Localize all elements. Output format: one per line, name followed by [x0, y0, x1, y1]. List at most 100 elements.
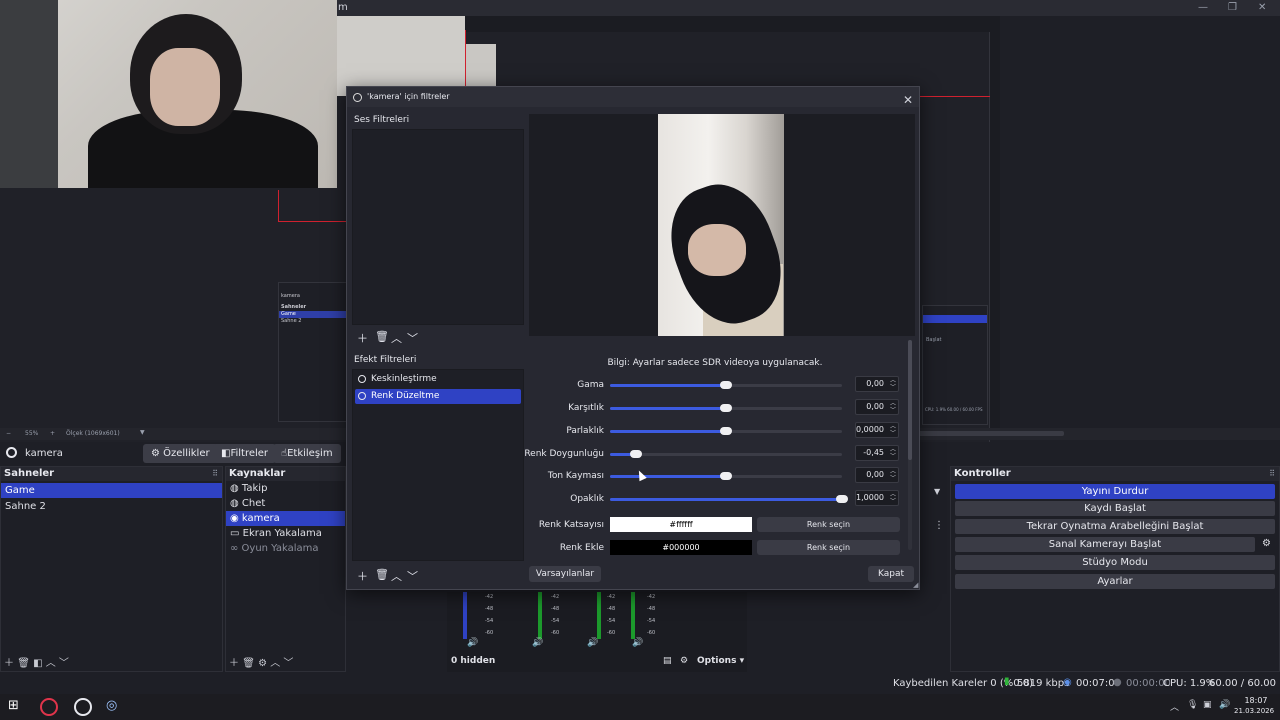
scrollbar-thumb[interactable]: [908, 340, 912, 460]
virtual-camera-button[interactable]: Sanal Kamerayı Başlat: [955, 537, 1255, 552]
slider-handle[interactable]: [720, 381, 732, 389]
meter-tick: -60: [485, 630, 494, 636]
add-icon[interactable]: ＋: [357, 330, 368, 346]
layout-icon[interactable]: ▤: [663, 656, 672, 666]
close-icon[interactable]: ✕: [903, 90, 913, 110]
speaker-icon[interactable]: 🔊: [467, 638, 478, 648]
move-down-icon[interactable]: ﹀: [59, 658, 69, 669]
eye-icon[interactable]: [358, 375, 366, 383]
pick-color-button[interactable]: Renk seçin: [757, 540, 900, 555]
stop-stream-button[interactable]: Yayını Durdur: [955, 484, 1275, 499]
speaker-icon[interactable]: 🔊: [587, 638, 598, 648]
filter-icon[interactable]: ◧: [33, 658, 42, 669]
spin-arrows-icon[interactable]: ︿ ﹀: [890, 400, 896, 414]
speaker-icon[interactable]: 🔊: [632, 638, 643, 648]
chevron-up-icon[interactable]: ︿: [1170, 700, 1179, 713]
filter-item-color-correction[interactable]: Renk Düzeltme: [355, 389, 521, 404]
spin-arrows-icon[interactable]: ︿ ﹀: [890, 423, 896, 437]
zoom-in-button[interactable]: +: [50, 430, 55, 437]
zoom-out-button[interactable]: −: [6, 430, 11, 437]
property-slider[interactable]: [610, 495, 848, 503]
windows-start-icon[interactable]: ⊞: [8, 698, 26, 716]
trash-icon[interactable]: 🗑: [17, 658, 30, 669]
scene-item[interactable]: Sahne 2: [1, 499, 222, 514]
spin-arrows-icon[interactable]: ︿ ﹀: [890, 377, 896, 391]
mic-icon[interactable]: 🎙: [1187, 700, 1198, 710]
obs-icon[interactable]: [74, 698, 92, 716]
preview-hscroll[interactable]: [900, 431, 1064, 436]
spin-arrows-icon[interactable]: ︿ ﹀: [890, 446, 896, 460]
source-item-kamera[interactable]: ◉ kamera: [226, 511, 345, 526]
spin-arrows-icon[interactable]: ︿ ﹀: [890, 468, 896, 482]
property-spinbox[interactable]: 0,00 ︿ ﹀: [855, 399, 899, 415]
spinbox-value: 0,00: [866, 470, 884, 479]
start-recording-button[interactable]: Kaydı Başlat: [955, 501, 1275, 516]
filters-button[interactable]: ◧Filtreler: [213, 444, 277, 463]
volume-icon[interactable]: 🔊: [1219, 700, 1230, 710]
add-icon[interactable]: ＋: [357, 568, 368, 584]
move-up-icon[interactable]: ︿: [46, 658, 56, 669]
more-icon[interactable]: ⋮: [934, 520, 944, 531]
steam-icon[interactable]: ◎: [106, 698, 124, 716]
defaults-button[interactable]: Varsayılanlar: [529, 566, 601, 582]
trash-icon[interactable]: 🗑: [375, 568, 389, 581]
add-icon[interactable]: ＋: [229, 658, 239, 669]
speaker-icon[interactable]: 🔊: [532, 638, 543, 648]
opera-icon[interactable]: [40, 698, 58, 716]
add-icon[interactable]: ＋: [4, 658, 14, 669]
interact-button[interactable]: ☝Etkileşim: [273, 444, 341, 463]
close-button[interactable]: Kapat: [868, 566, 914, 582]
source-item-takip[interactable]: ◍ Takip: [226, 481, 345, 496]
property-slider[interactable]: [610, 450, 842, 458]
slider-handle[interactable]: [720, 472, 732, 480]
eye-icon[interactable]: [358, 392, 366, 400]
replay-buffer-button[interactable]: Tekrar Oynatma Arabelleğini Başlat: [955, 519, 1275, 534]
move-up-icon[interactable]: ︿: [391, 568, 402, 584]
move-down-icon[interactable]: ﹀: [283, 658, 293, 669]
gear-icon[interactable]: ⚙: [258, 658, 267, 669]
properties-scrollbar[interactable]: [908, 340, 912, 550]
source-item-ekran[interactable]: ▭ Ekran Yakalama: [226, 526, 345, 541]
properties-button[interactable]: ⚙ Özellikler: [143, 444, 218, 463]
property-slider[interactable]: [610, 381, 842, 389]
minimize-icon[interactable]: —: [1198, 2, 1208, 13]
property-spinbox[interactable]: 1,0000 ︿ ﹀: [855, 490, 899, 506]
stream-icon: ◉: [1063, 677, 1072, 688]
resize-grip-icon[interactable]: ◢: [913, 581, 918, 589]
studio-mode-button[interactable]: Stüdyo Modu: [955, 555, 1275, 570]
property-spinbox[interactable]: 0,00 ︿ ﹀: [855, 376, 899, 392]
slider-handle[interactable]: [836, 495, 848, 503]
scale-dropdown-icon[interactable]: ▼: [140, 429, 145, 436]
property-slider[interactable]: [610, 404, 842, 412]
gear-icon[interactable]: ⚙: [680, 656, 688, 666]
slider-handle[interactable]: [720, 427, 732, 435]
move-up-icon[interactable]: ︿: [391, 330, 402, 346]
property-slider[interactable]: [610, 427, 842, 435]
slider-handle[interactable]: [629, 450, 642, 458]
filter-item-sharpen[interactable]: Keskinleştirme: [355, 372, 521, 387]
source-item-oyun[interactable]: ∞ Oyun Yakalama: [226, 541, 345, 556]
move-up-icon[interactable]: ︿: [270, 658, 280, 669]
property-spinbox[interactable]: 0,0000 ︿ ﹀: [855, 422, 899, 438]
audio-filters-list[interactable]: [352, 129, 524, 325]
filter-properties: Bilgi: Ayarlar sadece SDR videoya uygula…: [524, 340, 915, 560]
network-icon[interactable]: ▣: [1203, 700, 1212, 710]
property-spinbox[interactable]: 0,00 ︿ ﹀: [855, 467, 899, 483]
move-down-icon[interactable]: ﹀: [407, 568, 418, 584]
move-down-icon[interactable]: ﹀: [407, 330, 418, 346]
spin-arrows-icon[interactable]: ︿ ﹀: [890, 491, 896, 505]
dropdown-icon[interactable]: ▼: [934, 487, 940, 496]
source-item-chet[interactable]: ◍ Chet: [226, 496, 345, 511]
trash-icon[interactable]: 🗑: [242, 658, 255, 669]
trash-icon[interactable]: 🗑: [375, 330, 389, 343]
property-spinbox[interactable]: -0,45 ︿ ﹀: [855, 445, 899, 461]
slider-handle[interactable]: [720, 404, 732, 412]
pick-color-button[interactable]: Renk seçin: [757, 517, 900, 532]
settings-button[interactable]: Ayarlar: [955, 574, 1275, 589]
gear-icon[interactable]: ⚙: [1262, 538, 1271, 549]
close-icon[interactable]: ✕: [1258, 2, 1266, 13]
mixer-options-button[interactable]: Options ▾: [697, 656, 744, 666]
camera-preview-image: [658, 114, 784, 336]
scene-item[interactable]: Game: [1, 483, 222, 498]
maximize-icon[interactable]: ❐: [1228, 2, 1237, 13]
